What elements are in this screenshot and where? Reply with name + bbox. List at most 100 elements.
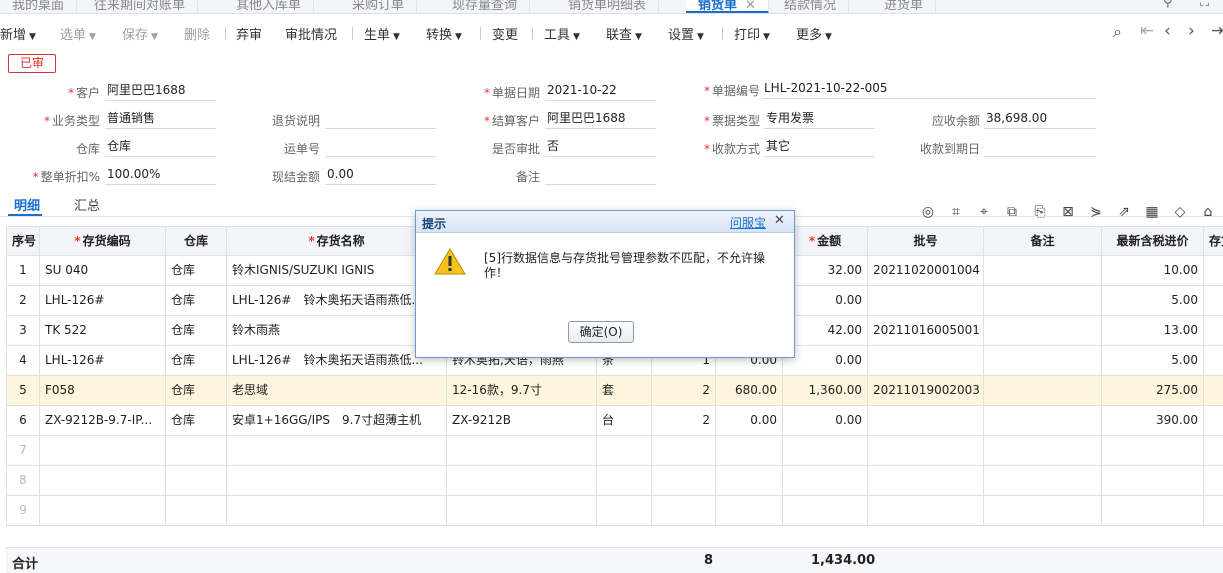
cell-batch[interactable] xyxy=(868,346,984,376)
maximize-icon[interactable]: ⛶ xyxy=(1200,0,1209,10)
subtab-summary[interactable]: 汇总 xyxy=(74,195,100,214)
cell-amount[interactable] xyxy=(783,496,868,526)
approval-field[interactable]: 否 xyxy=(545,137,656,157)
cell-batch[interactable]: 20211020001004 xyxy=(868,256,984,286)
discount-field[interactable]: 100.00% xyxy=(105,165,216,185)
cell-wh[interactable]: 仓库 xyxy=(166,256,227,286)
cell-note[interactable] xyxy=(984,346,1102,376)
cell-amount[interactable] xyxy=(783,436,868,466)
tools-button[interactable]: 工具 ▼ xyxy=(544,24,580,43)
ok-button[interactable]: 确定(O) xyxy=(568,321,634,343)
cell-price[interactable] xyxy=(1102,436,1204,466)
cell-price[interactable]: 10.00 xyxy=(1102,256,1204,286)
cell-name[interactable]: LHL-126# 铃木奥拓天语雨燕低... xyxy=(227,286,447,316)
cell-code[interactable]: TK 522 xyxy=(40,316,166,346)
cell-note[interactable] xyxy=(984,256,1102,286)
cell-price[interactable] xyxy=(1102,496,1204,526)
cell-note[interactable] xyxy=(984,376,1102,406)
cell-code[interactable]: SU 040 xyxy=(40,256,166,286)
cell-price[interactable]: 5.00 xyxy=(1102,286,1204,316)
cell-batch[interactable]: 20211016005001 xyxy=(868,316,984,346)
cell-note[interactable] xyxy=(984,466,1102,496)
cash-field[interactable]: 0.00 xyxy=(325,165,436,185)
cell-note[interactable] xyxy=(984,496,1102,526)
change-button[interactable]: 变更 xyxy=(492,24,518,43)
pay-method-field[interactable]: 其它 xyxy=(764,137,875,157)
copy-icon[interactable]: ⧉ xyxy=(1003,203,1021,221)
select-button[interactable]: 选单 ▼ xyxy=(60,24,96,43)
delete-button[interactable]: 删除 xyxy=(184,24,210,43)
cell-wh[interactable]: 仓库 xyxy=(166,286,227,316)
cell-name[interactable]: 安卓1+16GG/IPS 9.7寸超薄主机 xyxy=(227,406,447,436)
cell-amount[interactable]: 0.00 xyxy=(783,346,868,376)
header-name[interactable]: * 存货名称 xyxy=(227,226,447,256)
cell-spec[interactable]: 12-16款，9.7寸 xyxy=(447,376,597,406)
invoice-type-field[interactable]: 专用发票 xyxy=(764,109,875,129)
cell-qty[interactable]: 2 xyxy=(652,406,716,436)
cell-wh[interactable] xyxy=(166,466,227,496)
cell-uprice[interactable]: 0.00 xyxy=(716,406,783,436)
lightbulb-icon[interactable]: ◎ xyxy=(919,203,937,221)
preview-search-icon[interactable]: ⌕ xyxy=(1113,22,1122,42)
cell-stock[interactable] xyxy=(1204,376,1223,406)
cell-unit[interactable] xyxy=(597,496,652,526)
header-code[interactable]: * 存货编码 xyxy=(40,226,166,256)
tab-sales-bill[interactable]: 销货单 ✕ xyxy=(686,0,769,13)
cell-uprice[interactable] xyxy=(716,436,783,466)
cell-code[interactable] xyxy=(40,466,166,496)
cell-wh[interactable]: 仓库 xyxy=(166,316,227,346)
cell-amount[interactable]: 42.00 xyxy=(783,316,868,346)
cell-uprice[interactable]: 680.00 xyxy=(716,376,783,406)
cell-stock[interactable] xyxy=(1204,346,1223,376)
close-icon[interactable]: ✕ xyxy=(774,213,785,228)
export-icon[interactable]: ⇗ xyxy=(1115,203,1133,221)
cell-price[interactable]: 275.00 xyxy=(1102,376,1204,406)
search-icon[interactable]: ⚲ xyxy=(1163,0,1173,10)
cell-spec[interactable] xyxy=(447,496,597,526)
tab-stock-query[interactable]: 现存量查询 xyxy=(440,0,531,13)
cell-note[interactable] xyxy=(984,406,1102,436)
cell-wh[interactable]: 仓库 xyxy=(166,346,227,376)
cell-batch[interactable] xyxy=(868,286,984,316)
cell-price[interactable] xyxy=(1102,466,1204,496)
cell-unit[interactable]: 套 xyxy=(597,376,652,406)
query-button[interactable]: 联查 ▼ xyxy=(606,24,642,43)
cell-name[interactable] xyxy=(227,436,447,466)
close-icon[interactable]: ✕ xyxy=(745,0,756,13)
cell-name[interactable] xyxy=(227,496,447,526)
help-link[interactable]: 问服宝 xyxy=(730,214,766,231)
cell-spec[interactable] xyxy=(447,436,597,466)
cell-wh[interactable] xyxy=(166,436,227,466)
header-amount[interactable]: * 金额 xyxy=(783,226,868,256)
cell-batch[interactable] xyxy=(868,436,984,466)
date-field[interactable]: 2021-10-22 xyxy=(545,81,656,101)
header-note[interactable]: 备注 xyxy=(984,226,1102,256)
location-icon[interactable]: ⌖ xyxy=(975,203,993,221)
warehouse-icon[interactable]: ⌂ xyxy=(1199,203,1217,221)
cell-stock[interactable] xyxy=(1204,316,1223,346)
due-date-field[interactable] xyxy=(984,137,1096,157)
settle-customer-field[interactable]: 阿里巴巴1688 xyxy=(545,109,656,129)
cell-qty[interactable] xyxy=(652,466,716,496)
cell-stock[interactable] xyxy=(1204,436,1223,466)
print-button[interactable]: 打印 ▼ xyxy=(734,24,770,43)
cell-amount[interactable] xyxy=(783,466,868,496)
save-button[interactable]: 保存 ▼ xyxy=(122,24,158,43)
cell-amount[interactable]: 0.00 xyxy=(783,286,868,316)
cell-qty[interactable] xyxy=(652,496,716,526)
cell-qty[interactable] xyxy=(652,436,716,466)
cell-code[interactable] xyxy=(40,436,166,466)
previous-record-icon[interactable]: ‹ xyxy=(1164,21,1171,41)
cell-name[interactable]: LHL-126# 铃木奥拓天语雨燕低... xyxy=(227,346,447,376)
abandon-audit-button[interactable]: 弃审 xyxy=(236,24,262,43)
biz-type-field[interactable]: 普通销售 xyxy=(105,109,216,129)
last-record-icon[interactable]: ⇥ xyxy=(1211,21,1223,41)
settings-button[interactable]: 设置 ▼ xyxy=(668,24,704,43)
cell-amount[interactable]: 0.00 xyxy=(783,406,868,436)
customer-field[interactable]: 阿里巴巴1688 xyxy=(105,81,216,101)
cell-stock[interactable] xyxy=(1204,406,1223,436)
paste-icon[interactable]: ⎘ xyxy=(1031,203,1049,221)
cell-spec[interactable]: ZX-9212B xyxy=(447,406,597,436)
cell-name[interactable]: 铃木IGNIS/SUZUKI IGNIS xyxy=(227,256,447,286)
return-note-field[interactable] xyxy=(325,109,436,129)
